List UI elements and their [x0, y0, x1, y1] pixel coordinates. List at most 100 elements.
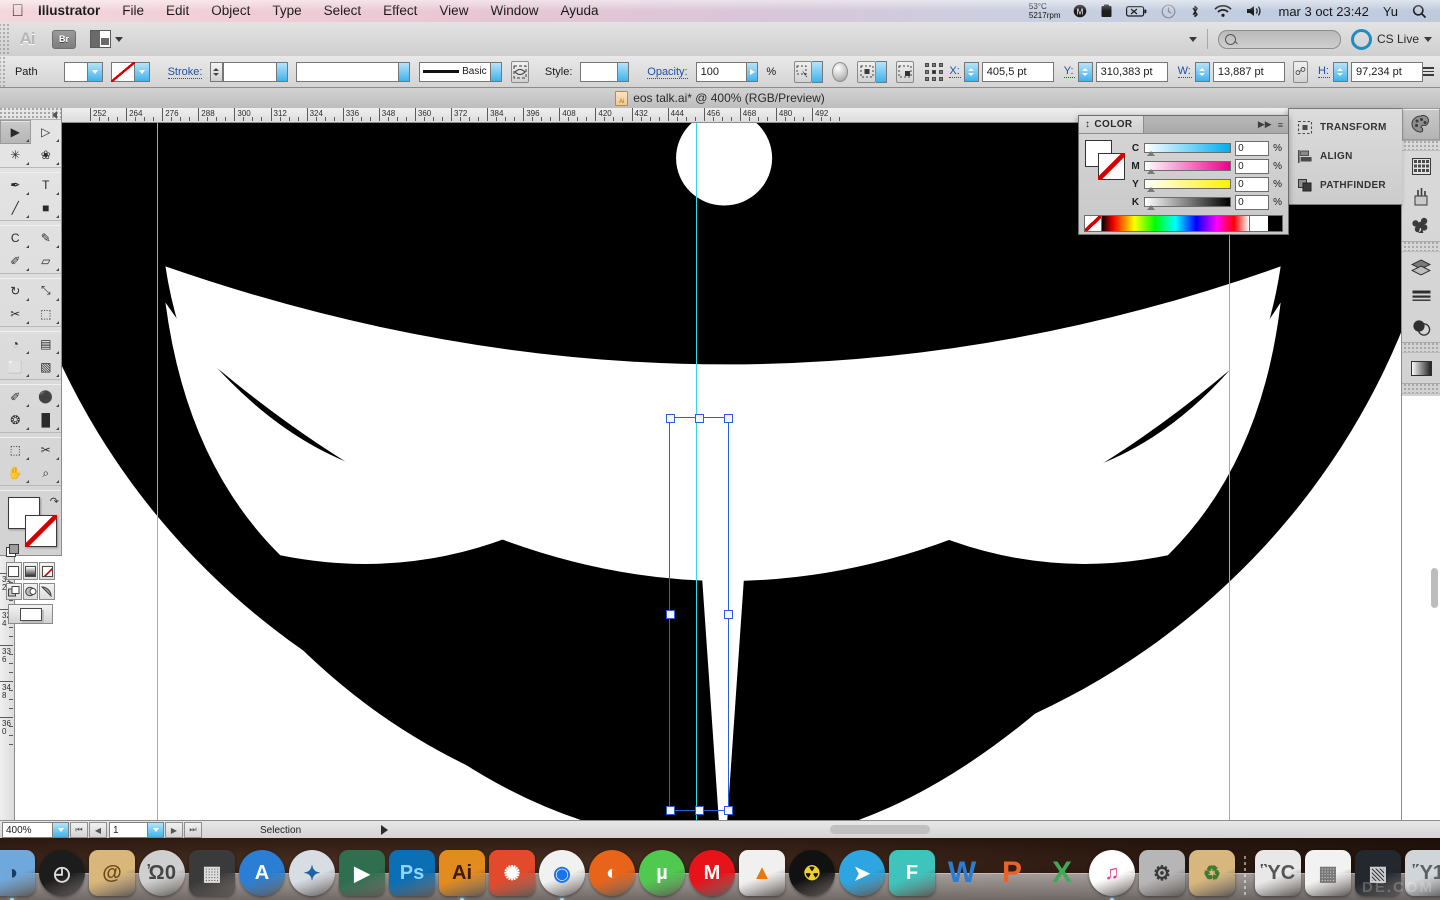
gradient-mode-icon[interactable]	[23, 562, 39, 580]
rectangle-tool[interactable]: ■	[31, 197, 62, 221]
wifi-icon[interactable]	[1207, 0, 1239, 22]
menu-edit[interactable]: Edit	[155, 0, 200, 22]
stroke-profile-preview[interactable]: Basic	[419, 62, 490, 82]
toolbox-stroke-swatch[interactable]	[25, 515, 57, 547]
channel-track-c[interactable]	[1144, 143, 1231, 153]
dock-item-illustrator[interactable]: Ai	[439, 850, 485, 896]
fill-color-control[interactable]	[64, 62, 103, 82]
handle-top-left[interactable]	[666, 414, 675, 423]
blend-tool[interactable]: ⚫	[31, 385, 62, 409]
zoom-level-dropdown[interactable]	[53, 822, 69, 838]
color-slider-m[interactable]: M 0%	[1131, 158, 1282, 174]
lasso-tool[interactable]: ❀	[31, 144, 62, 168]
stroke-color-control[interactable]	[111, 62, 150, 82]
status-text-group[interactable]: Selection	[260, 825, 388, 836]
dock-item-burn[interactable]: ☢	[789, 850, 835, 896]
dock-item-color-wheel-app[interactable]: ✺	[489, 850, 535, 896]
color-panel[interactable]: ↕ COLOR ▶▶ ≡ C 0% M 0% Y 0% K 0%	[1078, 115, 1289, 235]
control-panel-grip[interactable]	[0, 55, 7, 89]
channel-knob-k[interactable]	[1147, 205, 1155, 210]
dock-item-telegram[interactable]: ➤	[839, 850, 885, 896]
transparency-panel-icon[interactable]	[1402, 312, 1440, 342]
color-panel-stroke-swatch[interactable]	[1098, 153, 1125, 180]
eyedropper-tool[interactable]: ✐	[0, 385, 31, 409]
direct-selection-tool[interactable]: ▷	[31, 120, 62, 144]
pen-tool[interactable]: ✒	[0, 173, 31, 197]
scale-tool[interactable]: ⤡	[31, 279, 62, 303]
style-dropdown[interactable]	[618, 62, 629, 82]
slice-tool[interactable]: ✂	[31, 438, 62, 462]
gradient-tool[interactable]: ▧	[31, 356, 62, 380]
h-stepper[interactable]	[1333, 62, 1348, 82]
dock-item-fotor[interactable]: F	[889, 850, 935, 896]
x-label[interactable]: X:	[949, 65, 960, 78]
reference-point-selector[interactable]	[924, 62, 939, 82]
handle-middle-right[interactable]	[724, 610, 733, 619]
toolbox-header[interactable]	[0, 108, 61, 120]
draw-inside-icon[interactable]	[39, 583, 55, 600]
type-tool[interactable]: T	[31, 173, 62, 197]
first-page-icon[interactable]: ⏮	[70, 822, 88, 838]
channel-knob-m[interactable]	[1147, 169, 1155, 174]
stroke-weight-input[interactable]	[223, 62, 278, 82]
hand-tool[interactable]: ✋	[0, 462, 31, 486]
appbar-grip[interactable]	[0, 22, 9, 56]
dock-item-itunes[interactable]: ♫	[1089, 850, 1135, 896]
h-label[interactable]: H:	[1318, 65, 1330, 78]
dock-item-vlc[interactable]: ▲	[739, 850, 785, 896]
recolor-artwork-icon[interactable]	[832, 62, 848, 82]
menu-effect[interactable]: Effect	[372, 0, 428, 22]
clipboard-icon[interactable]	[1094, 0, 1119, 22]
swap-fill-stroke-icon[interactable]: ↷	[50, 495, 59, 508]
channel-track-k[interactable]	[1144, 197, 1231, 207]
flyout-item-align[interactable]: ALIGN	[1289, 142, 1402, 171]
bridge-button[interactable]: Br	[52, 30, 76, 49]
cs-live-button[interactable]: CS Live	[1351, 29, 1432, 50]
width-tool[interactable]: ✂	[0, 303, 31, 327]
dock-group-3-grip[interactable]	[1402, 242, 1440, 252]
symbols-panel-icon[interactable]	[1402, 211, 1440, 241]
color-mode-icon[interactable]	[6, 562, 22, 580]
stroke-none-swatch[interactable]	[111, 62, 135, 82]
column-graph-tool[interactable]: █	[31, 409, 62, 433]
channel-track-m[interactable]	[1144, 161, 1231, 171]
dock-item-mega[interactable]: M	[689, 850, 735, 896]
dock-item-photoshop[interactable]: Ps	[389, 850, 435, 896]
zoom-level-input[interactable]: 400%	[2, 822, 53, 838]
color-panel-icon[interactable]	[1402, 108, 1440, 140]
stroke-weight-stepper[interactable]	[210, 62, 222, 82]
rotate-tool[interactable]: ↻	[0, 279, 31, 303]
channel-value-k[interactable]: 0	[1235, 195, 1269, 210]
color-slider-y[interactable]: Y 0%	[1131, 176, 1282, 192]
dock-item-firefox[interactable]: ◐	[589, 850, 635, 896]
handle-bottom-left[interactable]	[666, 806, 675, 815]
next-page-icon[interactable]: ▶	[165, 822, 183, 838]
menu-illustrator[interactable]: Illustrator	[27, 0, 111, 22]
dock-item-utorrent[interactable]: µ	[639, 850, 685, 896]
shape-builder-tool[interactable]: ◔	[0, 332, 31, 356]
w-label[interactable]: W:	[1178, 65, 1192, 78]
fill-dropdown-button[interactable]	[88, 62, 103, 82]
magic-wand-tool[interactable]: ✳	[0, 144, 31, 168]
dock-item-facetime[interactable]: ▶	[339, 850, 385, 896]
stroke-dropdown-button[interactable]	[135, 62, 150, 82]
layers-panel-icon[interactable]	[1402, 252, 1440, 282]
bluetooth-icon[interactable]	[1183, 0, 1207, 22]
dock-item-contacts[interactable]: @	[89, 850, 135, 896]
dock-item-word[interactable]: W	[939, 850, 985, 896]
handle-bottom-center[interactable]	[695, 806, 704, 815]
search-input[interactable]	[1218, 30, 1341, 49]
spectrum-white-swatch[interactable]	[1249, 216, 1268, 231]
fill-swatch[interactable]	[64, 62, 88, 82]
opacity-slider-button[interactable]	[747, 62, 758, 82]
default-fill-stroke-icon[interactable]	[6, 544, 19, 557]
transform-panel-icon[interactable]	[896, 61, 914, 83]
align-panel-icon[interactable]	[857, 61, 875, 83]
eraser-tool[interactable]: ▱	[31, 250, 62, 274]
y-input[interactable]: 310,383 pt	[1096, 62, 1168, 82]
spectrum-none-swatch[interactable]	[1085, 216, 1102, 231]
dock-item-launchpad[interactable]: Ὠ0	[139, 850, 185, 896]
menu-view[interactable]: View	[428, 0, 479, 22]
stroke-weight-dropdown[interactable]	[277, 62, 288, 82]
h-input[interactable]: 97,234 pt	[1351, 62, 1423, 82]
